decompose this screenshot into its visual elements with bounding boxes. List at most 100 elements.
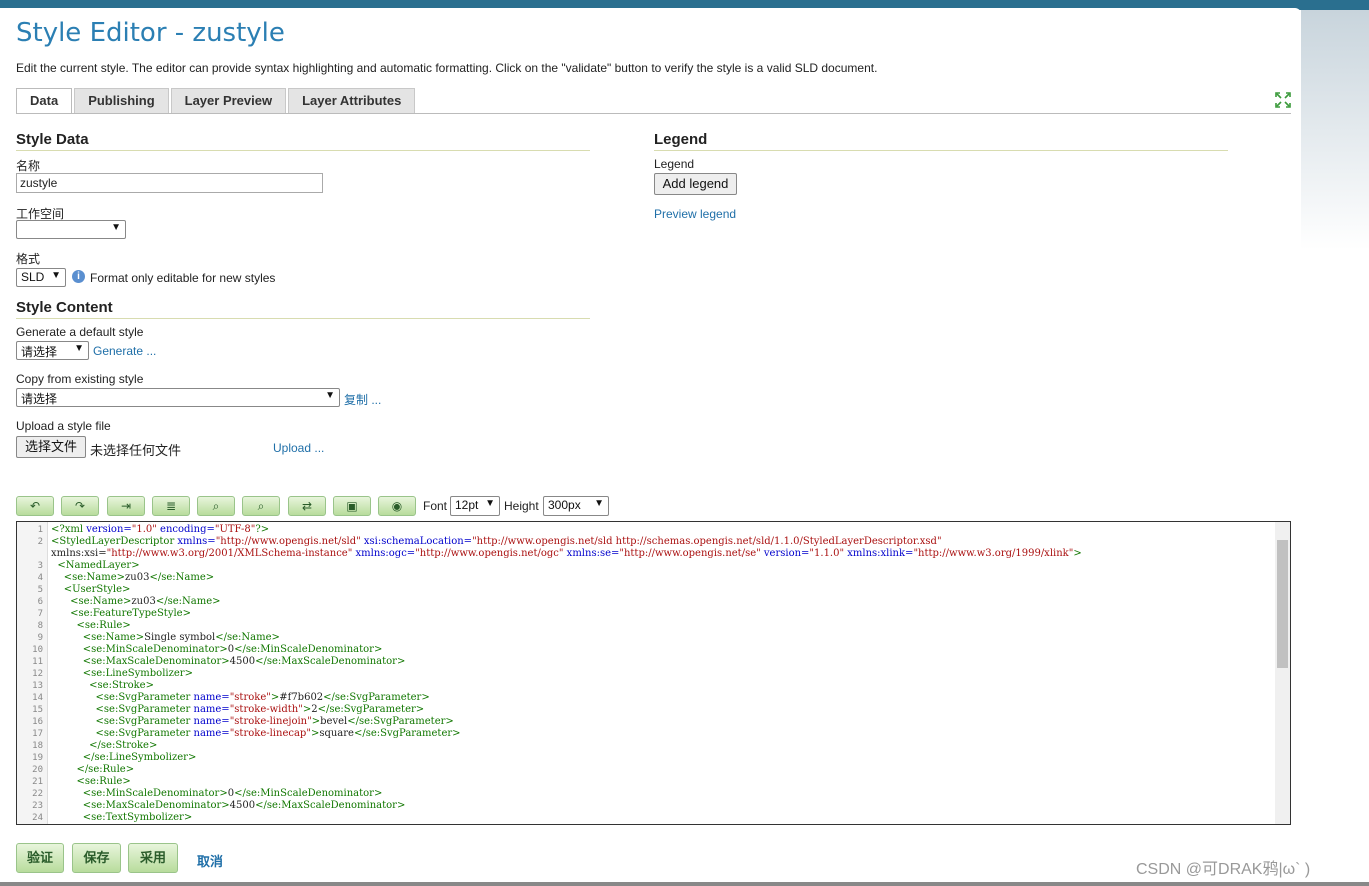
undo-button[interactable]: ↶ — [16, 496, 54, 516]
font-label: Font — [423, 499, 448, 513]
tab-bar: Data Publishing Layer Preview Layer Attr… — [16, 88, 417, 114]
code-text: <se:SvgParameter name="stroke">#f7b602</… — [95, 692, 430, 703]
line-number: 21 — [32, 777, 43, 787]
apply-button[interactable]: 采用 — [128, 843, 178, 873]
choose-file-button[interactable]: 选择文件 — [16, 436, 86, 458]
line-number: 15 — [32, 705, 43, 715]
page-title: Style Editor - zustyle — [16, 18, 285, 48]
line-number: 4 — [37, 573, 43, 583]
code-text: <se:MinScaleDenominator>0</se:MinScaleDe… — [82, 788, 383, 799]
chevron-down-icon: ▼ — [111, 222, 121, 233]
code-text: <se:FeatureTypeStyle> — [70, 608, 191, 619]
code-text: <se:Name>zu03</se:Name> — [70, 596, 221, 607]
image-icon: ▣ — [346, 499, 358, 513]
chevron-down-icon: ▼ — [594, 498, 604, 509]
insert-image-button[interactable]: ▣ — [333, 496, 371, 516]
chevron-down-icon: ▼ — [325, 390, 335, 401]
goto-line-button[interactable]: ⇥ — [107, 496, 145, 516]
copy-select-value: 请选择 — [21, 392, 58, 406]
line-number: 12 — [32, 669, 43, 679]
save-button[interactable]: 保存 — [72, 843, 121, 873]
redo-button[interactable]: ↷ — [61, 496, 99, 516]
side-shade — [1301, 10, 1369, 250]
code-text: <se:MinScaleDenominator>0</se:MinScaleDe… — [82, 644, 383, 655]
line-number: 1 — [37, 525, 43, 535]
scrollbar-thumb[interactable] — [1277, 540, 1288, 668]
select-all-button[interactable]: ⇄ — [288, 496, 326, 516]
bottom-bar — [0, 882, 1369, 886]
copy-label: Copy from existing style — [16, 372, 144, 386]
find-replace-icon: ⌕ — [257, 499, 265, 513]
copy-select[interactable]: 请选择 ▼ — [16, 388, 340, 407]
add-legend-button[interactable]: Add legend — [654, 173, 737, 195]
code-text: <se:SvgParameter name="stroke-linecap">s… — [95, 728, 461, 739]
format-label: 格式 — [16, 252, 41, 266]
name-label: 名称 — [16, 159, 41, 173]
workspace-select[interactable]: ▼ — [16, 220, 126, 239]
font-size-select-value: 12pt — [455, 498, 479, 512]
redo-icon: ↷ — [74, 499, 86, 513]
reformat-icon: ≣ — [165, 499, 177, 513]
code-text: <se:MaxScaleDenominator>4500</se:MaxScal… — [82, 656, 406, 667]
page-description: Edit the current style. The editor can p… — [16, 61, 878, 75]
line-number: 2 — [37, 537, 43, 547]
font-size-select[interactable]: 12pt ▼ — [450, 496, 500, 516]
height-label: Height — [504, 499, 539, 513]
code-text: </se:Stroke> — [89, 740, 158, 751]
goto-line-icon: ⇥ — [120, 499, 132, 513]
line-number: 24 — [32, 813, 43, 823]
line-number: 8 — [37, 621, 43, 631]
find-button[interactable]: ⌕ — [197, 496, 235, 516]
line-number: 10 — [32, 645, 43, 655]
line-number: 22 — [32, 789, 43, 799]
code-text: </se:LineSymbolizer> — [82, 752, 197, 763]
code-text: <NamedLayer> — [57, 560, 140, 571]
generate-link[interactable]: Generate ... — [93, 344, 156, 358]
reformat-button[interactable]: ≣ — [152, 496, 190, 516]
tab-publishing[interactable]: Publishing — [74, 88, 169, 113]
preview-legend-link[interactable]: Preview legend — [654, 207, 736, 221]
copy-link[interactable]: 复制 ... — [344, 391, 381, 408]
line-number: 7 — [37, 609, 43, 619]
tab-divider — [16, 113, 1291, 114]
palette-icon: ◉ — [391, 499, 403, 513]
generate-select[interactable]: 请选择 ▼ — [16, 341, 89, 360]
code-text: xmlns:xsi="http://www.w3.org/2001/XMLSch… — [51, 548, 1082, 559]
tab-layer-preview[interactable]: Layer Preview — [170, 88, 287, 113]
code-text: </se:Rule> — [76, 764, 135, 775]
upload-link[interactable]: Upload ... — [273, 441, 324, 455]
tab-layer-attributes[interactable]: Layer Attributes — [288, 88, 416, 113]
code-text: <se:LineSymbolizer> — [82, 668, 193, 679]
code-text: <se:Rule> — [76, 776, 131, 787]
format-note: Format only editable for new styles — [90, 271, 276, 285]
tab-data[interactable]: Data — [16, 88, 73, 114]
name-input[interactable] — [16, 173, 323, 193]
code-text: <se:SvgParameter name="stroke-linejoin">… — [95, 716, 454, 727]
line-number: 14 — [32, 693, 43, 703]
format-select[interactable]: SLD ▼ — [16, 268, 66, 287]
cancel-link[interactable]: 取消 — [197, 851, 223, 870]
sld-code-editor[interactable]: 1 <?xml version="1.0" encoding="UTF-8"?> 2… — [16, 521, 1291, 825]
find-replace-button[interactable]: ⌕ — [242, 496, 280, 516]
chevron-down-icon: ▼ — [485, 498, 495, 509]
chevron-down-icon: ▼ — [74, 343, 84, 354]
line-number: 9 — [37, 633, 43, 643]
color-picker-button[interactable]: ◉ — [378, 496, 416, 516]
code-text: <UserStyle> — [63, 584, 131, 595]
line-number: 19 — [32, 753, 43, 763]
no-file-text: 未选择任何文件 — [90, 443, 182, 458]
line-number: 5 — [37, 585, 43, 595]
generate-select-value: 请选择 — [21, 345, 58, 359]
line-number: 3 — [37, 561, 43, 571]
style-content-heading: Style Content — [16, 299, 590, 319]
code-text: <?xml version="1.0" encoding="UTF-8"?> — [51, 524, 270, 535]
code-text: <se:MaxScaleDenominator>4500</se:MaxScal… — [82, 800, 406, 811]
generate-label: Generate a default style — [16, 325, 144, 339]
legend-heading: Legend — [654, 131, 1228, 151]
editor-scrollbar[interactable] — [1275, 522, 1290, 824]
height-select[interactable]: 300px ▼ — [543, 496, 609, 516]
line-number: 20 — [32, 765, 43, 775]
fullscreen-expand-icon[interactable] — [1274, 91, 1292, 109]
validate-button[interactable]: 验证 — [16, 843, 64, 873]
undo-icon: ↶ — [29, 499, 41, 513]
